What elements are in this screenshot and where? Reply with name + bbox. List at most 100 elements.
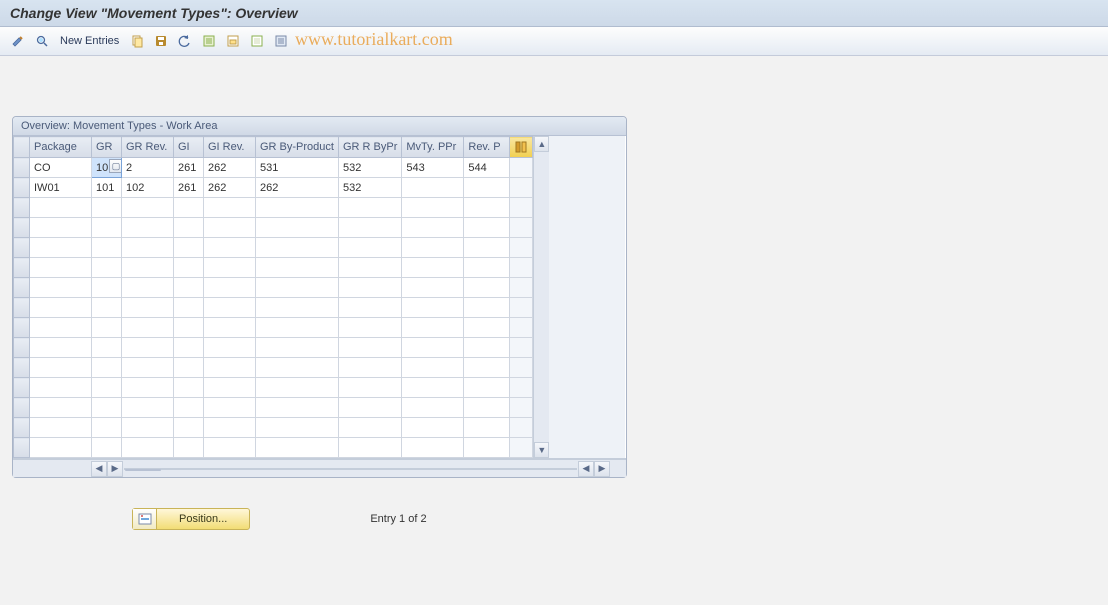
row-selector[interactable] bbox=[14, 338, 30, 358]
cell-package[interactable] bbox=[30, 398, 92, 418]
cell-rev_p[interactable] bbox=[464, 418, 510, 438]
cell-gr_r_byp[interactable] bbox=[338, 398, 401, 418]
col-rev-p[interactable]: Rev. P bbox=[464, 137, 510, 158]
cell-gi[interactable]: 261 bbox=[174, 178, 204, 198]
scroll-down-icon[interactable]: ▼ bbox=[534, 442, 549, 458]
cell-gr_rev[interactable] bbox=[122, 418, 174, 438]
cell-rev_p[interactable] bbox=[464, 178, 510, 198]
cell-gr_rev[interactable] bbox=[122, 218, 174, 238]
cell-gr_r_byp[interactable] bbox=[338, 238, 401, 258]
cell-gr_r_byp[interactable]: 532 bbox=[338, 158, 401, 178]
cell-mvty_ppr[interactable] bbox=[402, 218, 464, 238]
cell-gi[interactable] bbox=[174, 218, 204, 238]
cell-gr_byp[interactable]: 262 bbox=[256, 178, 339, 198]
select-all-icon[interactable] bbox=[199, 31, 219, 51]
cell-mvty_ppr[interactable] bbox=[402, 318, 464, 338]
cell-gr_byp[interactable] bbox=[256, 238, 339, 258]
cell-gr_rev[interactable] bbox=[122, 198, 174, 218]
table-row[interactable] bbox=[14, 198, 533, 218]
scroll-left-icon[interactable]: ◀ bbox=[91, 461, 107, 477]
table-row[interactable] bbox=[14, 358, 533, 378]
row-selector[interactable] bbox=[14, 218, 30, 238]
new-entries-button[interactable]: New Entries bbox=[56, 33, 123, 49]
cell-gi[interactable] bbox=[174, 258, 204, 278]
cell-package[interactable] bbox=[30, 198, 92, 218]
cell-package[interactable] bbox=[30, 318, 92, 338]
row-selector-header[interactable] bbox=[14, 137, 30, 158]
cell-gr_byp[interactable] bbox=[256, 258, 339, 278]
cell-gi_rev[interactable] bbox=[204, 258, 256, 278]
cell-gr_r_byp[interactable] bbox=[338, 258, 401, 278]
table-row[interactable]: CO101▢2261262531532543544 bbox=[14, 158, 533, 178]
cell-gr_byp[interactable] bbox=[256, 318, 339, 338]
row-selector[interactable] bbox=[14, 418, 30, 438]
cell-gr_rev[interactable] bbox=[122, 318, 174, 338]
save-icon[interactable] bbox=[151, 31, 171, 51]
cell-mvty_ppr[interactable] bbox=[402, 378, 464, 398]
cell-gr_r_byp[interactable] bbox=[338, 438, 401, 458]
scroll-left-end-icon[interactable]: ◀ bbox=[578, 461, 594, 477]
cell-gr_r_byp[interactable] bbox=[338, 358, 401, 378]
table-row[interactable] bbox=[14, 438, 533, 458]
cell-package[interactable] bbox=[30, 258, 92, 278]
table-row[interactable] bbox=[14, 378, 533, 398]
cell-gi[interactable] bbox=[174, 278, 204, 298]
cell-gi_rev[interactable] bbox=[204, 318, 256, 338]
cell-gi_rev[interactable] bbox=[204, 278, 256, 298]
cell-gr[interactable] bbox=[92, 418, 122, 438]
table-row[interactable] bbox=[14, 258, 533, 278]
cell-package[interactable] bbox=[30, 378, 92, 398]
cell-gr_byp[interactable] bbox=[256, 338, 339, 358]
cell-rev_p[interactable] bbox=[464, 218, 510, 238]
cell-gr_byp[interactable] bbox=[256, 278, 339, 298]
cell-gi[interactable] bbox=[174, 318, 204, 338]
cell-rev_p[interactable] bbox=[464, 358, 510, 378]
f4-help-icon[interactable]: ▢ bbox=[109, 159, 122, 173]
row-selector[interactable] bbox=[14, 258, 30, 278]
cell-gi[interactable] bbox=[174, 298, 204, 318]
vertical-scrollbar[interactable]: ▲ ▼ bbox=[533, 136, 549, 458]
cell-mvty_ppr[interactable] bbox=[402, 398, 464, 418]
cell-rev_p[interactable] bbox=[464, 238, 510, 258]
table-row[interactable]: IW01101102261262262532 bbox=[14, 178, 533, 198]
cell-package[interactable] bbox=[30, 418, 92, 438]
cell-package[interactable] bbox=[30, 278, 92, 298]
cell-gr_rev[interactable] bbox=[122, 338, 174, 358]
cell-package[interactable]: IW01 bbox=[30, 178, 92, 198]
cell-gi_rev[interactable] bbox=[204, 198, 256, 218]
cell-mvty_ppr[interactable]: 543 bbox=[402, 158, 464, 178]
cell-rev_p[interactable] bbox=[464, 278, 510, 298]
cell-gi[interactable] bbox=[174, 358, 204, 378]
cell-gr_rev[interactable] bbox=[122, 278, 174, 298]
cell-gr[interactable] bbox=[92, 398, 122, 418]
cell-gr_byp[interactable] bbox=[256, 398, 339, 418]
cell-gr_rev[interactable]: 102 bbox=[122, 178, 174, 198]
cell-mvty_ppr[interactable] bbox=[402, 178, 464, 198]
cell-gi_rev[interactable] bbox=[204, 418, 256, 438]
row-selector[interactable] bbox=[14, 278, 30, 298]
table-row[interactable] bbox=[14, 238, 533, 258]
row-selector[interactable] bbox=[14, 238, 30, 258]
cell-gr_byp[interactable] bbox=[256, 218, 339, 238]
col-gi-rev[interactable]: GI Rev. bbox=[204, 137, 256, 158]
cell-package[interactable] bbox=[30, 218, 92, 238]
cell-gr_r_byp[interactable] bbox=[338, 418, 401, 438]
cell-rev_p[interactable] bbox=[464, 438, 510, 458]
cell-rev_p[interactable] bbox=[464, 398, 510, 418]
cell-gr_r_byp[interactable] bbox=[338, 318, 401, 338]
scroll-right-icon[interactable]: ▶ bbox=[107, 461, 123, 477]
cell-mvty_ppr[interactable] bbox=[402, 418, 464, 438]
cell-mvty_ppr[interactable] bbox=[402, 238, 464, 258]
cell-gr[interactable] bbox=[92, 378, 122, 398]
cell-mvty_ppr[interactable] bbox=[402, 258, 464, 278]
cell-gr_r_byp[interactable] bbox=[338, 338, 401, 358]
table-row[interactable] bbox=[14, 398, 533, 418]
cell-rev_p[interactable] bbox=[464, 318, 510, 338]
cell-gr_r_byp[interactable] bbox=[338, 198, 401, 218]
undo-icon[interactable] bbox=[175, 31, 195, 51]
cell-gr[interactable] bbox=[92, 278, 122, 298]
cell-package[interactable] bbox=[30, 238, 92, 258]
cell-gi_rev[interactable] bbox=[204, 378, 256, 398]
table-row[interactable] bbox=[14, 218, 533, 238]
row-selector[interactable] bbox=[14, 438, 30, 458]
